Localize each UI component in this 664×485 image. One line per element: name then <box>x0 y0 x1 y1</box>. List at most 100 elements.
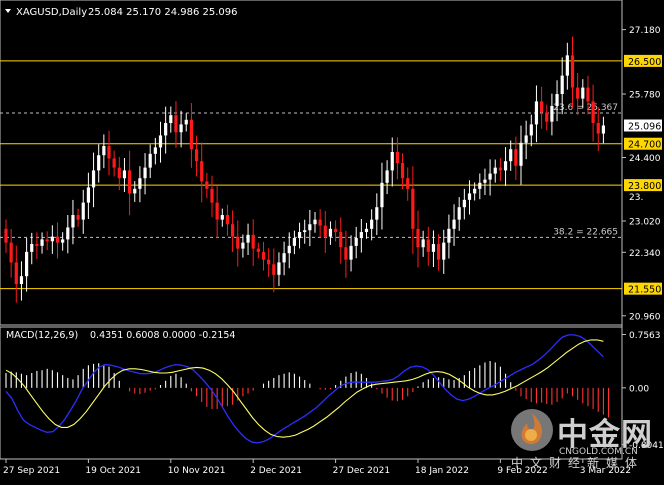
x-tick-label: 2 Dec 2021 <box>250 466 302 476</box>
candle-body <box>246 234 250 243</box>
candle-body <box>411 188 415 229</box>
candle-body <box>153 147 157 154</box>
price-tick-label: 22.340 <box>629 249 661 259</box>
candle-body <box>184 119 188 125</box>
macd-indicator-values: 0.4351 0.6008 0.0000 -0.2154 <box>90 330 235 341</box>
candle-body <box>19 276 24 285</box>
candle-body <box>236 236 240 249</box>
level-tag-text: 24.700 <box>628 140 661 151</box>
level-tag-text: 26.500 <box>628 57 661 68</box>
x-tick-label: 27 Dec 2021 <box>333 466 391 476</box>
candle-body <box>555 94 559 106</box>
candle-body <box>426 239 430 252</box>
candle-body <box>231 224 235 237</box>
level-tag-text: 21.550 <box>628 285 661 296</box>
candle-body <box>4 228 8 243</box>
price-tick-label: 24.400 <box>629 154 661 164</box>
candle-body <box>97 155 101 171</box>
candle-body <box>318 219 322 226</box>
candle-body <box>297 232 302 239</box>
candle-body <box>519 142 523 166</box>
candle-body <box>370 219 374 229</box>
candle-body <box>128 170 132 194</box>
candle-body <box>416 228 420 248</box>
candle-body <box>488 173 492 180</box>
candle-body <box>524 135 528 143</box>
candle-body <box>473 188 477 194</box>
candle-body <box>406 178 410 189</box>
candle-body <box>86 187 90 203</box>
candle-body <box>390 151 394 171</box>
candle-body <box>457 207 461 220</box>
candle-body <box>437 244 441 260</box>
candle-body <box>452 219 456 229</box>
candle-body <box>200 161 204 182</box>
candle-body <box>81 202 85 220</box>
candle-body <box>14 262 18 285</box>
candle-body <box>292 238 296 246</box>
candle-body <box>581 87 585 99</box>
candle-body <box>66 227 70 240</box>
candle-body <box>251 234 255 249</box>
price-tick-label: 23.020 <box>629 218 661 228</box>
candle-body <box>467 193 472 200</box>
price-tick-label: 23. <box>629 193 643 203</box>
candle-body <box>210 188 214 203</box>
candle-body <box>462 199 466 208</box>
current-price-text: 25.096 <box>628 121 661 132</box>
candle-body <box>364 228 369 233</box>
candle-body <box>375 207 379 220</box>
candle-body <box>76 215 80 220</box>
candle-body <box>45 239 49 242</box>
candle-body <box>576 87 580 99</box>
x-tick-label: 19 Oct 2021 <box>85 466 141 476</box>
candle-body <box>205 181 209 189</box>
candle-body <box>282 253 286 263</box>
candle-body <box>122 170 127 179</box>
x-tick-label: 27 Sep 2021 <box>3 466 60 476</box>
candle-body <box>225 215 230 225</box>
candle-body <box>586 87 590 102</box>
candle-body <box>112 158 116 168</box>
candle-body <box>478 182 482 189</box>
candle-body <box>91 170 96 188</box>
candle-body <box>540 101 544 113</box>
candle-body <box>143 167 147 179</box>
candle-body <box>102 146 106 156</box>
candle-body <box>421 239 425 248</box>
candle-body <box>493 167 497 174</box>
candle-body <box>514 149 518 166</box>
candle-body <box>174 115 178 133</box>
candle-body <box>560 75 564 95</box>
ohlc-values: 25.084 25.170 24.986 25.096 <box>88 7 238 18</box>
candle-body <box>138 178 142 189</box>
candle-body <box>550 105 554 122</box>
candle-body <box>380 182 384 208</box>
candle-body <box>349 245 353 260</box>
candle-body <box>385 170 389 183</box>
symbol-label: XAGUSD,Daily <box>16 7 87 18</box>
candle-body <box>308 224 312 231</box>
candle-body <box>313 219 317 225</box>
candle-body <box>179 124 183 133</box>
macd-indicator-label: MACD(12,26,9) <box>6 330 78 341</box>
candle-body <box>344 247 348 260</box>
candle-body <box>395 151 399 164</box>
price-tick-label: 20.960 <box>629 312 661 322</box>
fib-label: 23.6 = 25.367 <box>553 103 618 113</box>
price-tick-label: 25.780 <box>629 91 661 101</box>
macd-tick-label: 0.00 <box>629 384 649 394</box>
candle-body <box>503 161 508 171</box>
candle-body <box>483 179 487 183</box>
candle-body <box>169 115 173 124</box>
candle-body <box>359 232 363 239</box>
candle-body <box>9 242 13 263</box>
candle-body <box>545 112 549 122</box>
candle-body <box>117 167 121 179</box>
candle-body <box>261 251 266 260</box>
candle-body <box>447 228 451 243</box>
candle-body <box>534 101 539 125</box>
candle-body <box>30 244 34 252</box>
chart-window[interactable]: 26.500 24.700 23.800 21.550 23.6 = 25.367 38… <box>0 0 664 481</box>
candle-body <box>35 244 39 246</box>
